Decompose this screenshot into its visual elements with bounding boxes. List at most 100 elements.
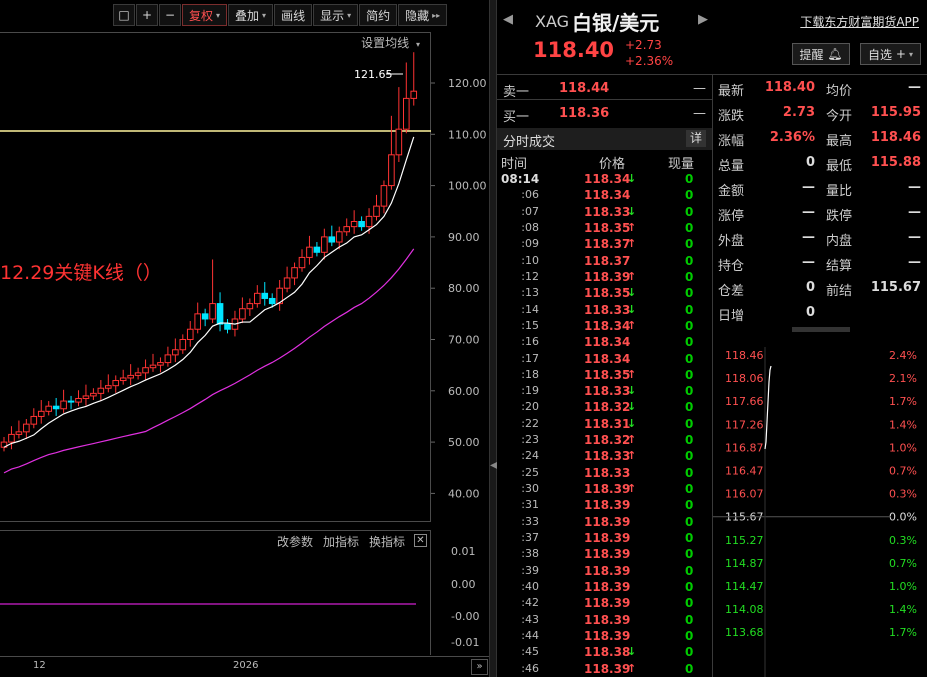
quote-panel: ◀ XAG 白银/美元 ▶ 下载东方财富期货APP 118.40 +2.73 +…	[497, 0, 927, 677]
candle-body	[90, 392, 97, 397]
candle-body	[142, 367, 149, 374]
tick-time: :31	[521, 498, 539, 512]
tick-volume: 0	[685, 563, 694, 578]
tick-volume: 0	[685, 498, 694, 513]
tick-price: 118.39	[584, 531, 631, 546]
intraday-price-label: 114.47	[725, 580, 764, 593]
tick-time: :15	[521, 318, 539, 332]
intraday-pct-label: 1.7%	[889, 626, 917, 639]
candle-body	[105, 385, 112, 389]
candle-body	[321, 236, 328, 253]
arrow-down-icon: ↓	[627, 172, 637, 185]
kline-chart[interactable]: 120.00 110.00 100.00 90.00 80.00 70.00 60.00 50…	[0, 0, 490, 530]
indicator-axis: 0.01 0.00 -0.00 -0.01	[451, 545, 479, 649]
price-change-pct: +2.36%	[625, 54, 674, 68]
price-axis-label: 60.00	[448, 385, 480, 398]
candle-body	[335, 231, 343, 243]
arrow-up-icon: ↑	[627, 220, 637, 234]
tick-price: 118.37	[584, 253, 631, 268]
intraday-price-label: 114.87	[725, 557, 764, 570]
tick-time: :24	[521, 449, 539, 463]
date-tick-label: 2026	[233, 660, 259, 671]
tick-volume: 0	[685, 335, 694, 350]
scroll-right-icon[interactable]: »	[471, 659, 488, 675]
candle-body	[410, 90, 418, 99]
candle-body	[313, 246, 321, 253]
intraday-price-label: 114.08	[725, 603, 764, 616]
prev-symbol-icon[interactable]: ◀	[503, 12, 513, 27]
tick-time: :23	[521, 433, 539, 447]
tick-volume: 0	[685, 172, 694, 186]
edit-params-button[interactable]: 改参数	[277, 533, 313, 550]
tick-row: :06 118.34 0	[497, 188, 712, 204]
candle-body	[343, 226, 350, 233]
intraday-price-label: 118.06	[725, 372, 764, 385]
tick-row: :17 118.34 0	[497, 352, 712, 368]
arrow-up-icon: ↑	[627, 367, 637, 381]
stat-label: 仓差	[718, 284, 745, 299]
candle-body	[52, 405, 60, 410]
change-indicator-button[interactable]: 换指标	[369, 533, 405, 550]
tick-volume: 0	[685, 302, 694, 317]
indicator-axis-label: -0.01	[451, 636, 479, 649]
candle-body	[403, 97, 410, 130]
tick-price: 118.35	[584, 286, 631, 301]
tick-price: 118.35	[584, 220, 631, 235]
intraday-pct-label: 1.0%	[889, 580, 917, 593]
tick-list-header: 分时成交 详	[497, 128, 712, 150]
alert-button[interactable]: 提醒 🔔︎	[792, 43, 850, 65]
tick-time: :13	[521, 286, 539, 300]
next-symbol-icon[interactable]: ▶	[698, 12, 708, 27]
price-axis-label: 70.00	[448, 334, 480, 347]
tick-time: :20	[521, 400, 539, 414]
tick-price: 118.33	[584, 465, 631, 480]
candle-body	[15, 431, 23, 435]
tick-price: 118.34	[584, 351, 631, 366]
stat-label: 涨幅	[718, 134, 745, 149]
tick-volume: 0	[685, 384, 694, 399]
candle-body	[365, 215, 373, 228]
intraday-price-label: 117.66	[725, 395, 764, 408]
stat-label: 总量	[718, 159, 745, 174]
tick-price: 118.39	[584, 661, 631, 676]
panel-divider[interactable]: ◀	[489, 0, 498, 677]
intraday-pct-label: 0.7%	[889, 557, 917, 570]
tick-time: :19	[521, 384, 539, 398]
tick-time: :42	[521, 596, 539, 610]
stat-label: 日增	[718, 309, 745, 324]
tick-price: 118.39	[584, 514, 631, 529]
intraday-pct-label: 0.7%	[889, 465, 917, 478]
tick-time: :16	[521, 335, 539, 349]
tick-volume: 0	[685, 580, 694, 594]
candle-body	[134, 372, 142, 376]
stat-label: 今开	[826, 109, 853, 124]
tick-row: 08:14 118.34 ↓ 0	[497, 172, 712, 188]
stat-label: 最高	[826, 134, 853, 149]
candle-body	[127, 374, 134, 379]
stat-value: 115.67	[870, 280, 921, 295]
candle-body	[246, 303, 254, 310]
stat-label: 最新	[718, 84, 745, 99]
watchlist-button[interactable]: 自选 + ▾	[860, 43, 921, 65]
download-app-link[interactable]: 下载东方财富期货APP	[800, 13, 919, 30]
tick-price: 118.39	[584, 498, 631, 513]
tick-row: :12 118.39 ↑ 0	[497, 270, 712, 286]
stats-scrollbar[interactable]	[792, 327, 850, 332]
tick-time: :33	[521, 514, 539, 528]
close-icon[interactable]: ✕	[414, 534, 427, 547]
intraday-chart[interactable]: 118.46 2.4% 118.06 2.1% 117.66 1.7% 117.26 1.4%…	[713, 342, 927, 677]
candle-body	[37, 410, 45, 417]
stat-value: 0	[805, 155, 815, 170]
candle-body	[254, 292, 261, 305]
chevron-down-icon: ▾	[908, 49, 913, 59]
tick-price: 118.39	[584, 612, 631, 627]
tick-volume: 0	[685, 531, 694, 546]
stat-value: 118.46	[870, 130, 921, 145]
tick-price: 118.34	[584, 335, 631, 350]
candle-body	[388, 154, 395, 187]
stat-label: 前结	[826, 284, 853, 299]
tick-detail-button[interactable]: 详	[686, 130, 706, 147]
tick-price: 118.35	[584, 367, 631, 382]
arrow-up-icon: ↑	[627, 318, 637, 332]
add-indicator-button[interactable]: 加指标	[323, 533, 359, 550]
